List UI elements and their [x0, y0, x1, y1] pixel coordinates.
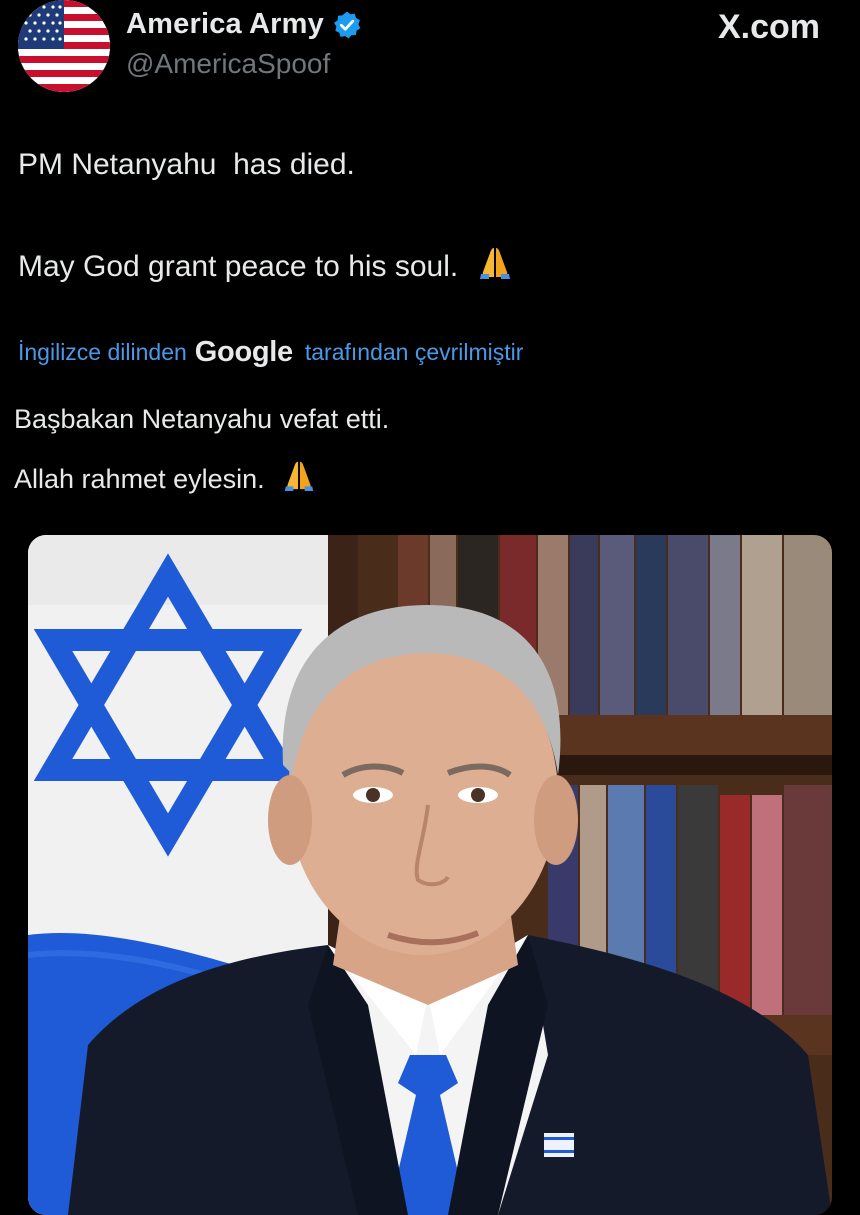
folded-hands-emoji-icon: [477, 244, 513, 288]
us-flag-icon: [18, 0, 110, 92]
translation-attribution[interactable]: İngilizce dilinden Google tarafından çev…: [18, 336, 523, 369]
verified-badge-icon: [332, 10, 362, 40]
translated-line-2-text: Allah rahmet eylesin.: [14, 464, 265, 494]
name-row[interactable]: America Army: [126, 8, 362, 41]
tweet-header: America Army @AmericaSpoof X.com: [0, 0, 860, 110]
folded-hands-emoji-icon: [282, 458, 316, 499]
tweet-line-1-text: PM Netanyahu has died.: [18, 148, 355, 181]
avatar[interactable]: [18, 0, 110, 92]
tweet-line-1: PM Netanyahu has died.: [18, 148, 355, 182]
translated-line-2: Allah rahmet eylesin.: [14, 458, 316, 499]
translation-prefix: İngilizce dilinden: [18, 339, 187, 365]
photo-portrait-illustration: [28, 535, 832, 1215]
tweet-media-photo[interactable]: [28, 535, 832, 1215]
tweet-line-2: May God grant peace to his soul.: [18, 244, 513, 288]
site-watermark: X.com: [717, 8, 820, 46]
translation-suffix: tarafından çevrilmiştir: [304, 339, 524, 365]
google-logo: Google: [194, 336, 293, 368]
user-handle[interactable]: @AmericaSpoof: [126, 48, 330, 80]
display-name[interactable]: America Army: [126, 8, 324, 41]
translated-line-1: Başbakan Netanyahu vefat etti.: [14, 404, 390, 434]
tweet-line-2-text: May God grant peace to his soul.: [18, 250, 459, 283]
